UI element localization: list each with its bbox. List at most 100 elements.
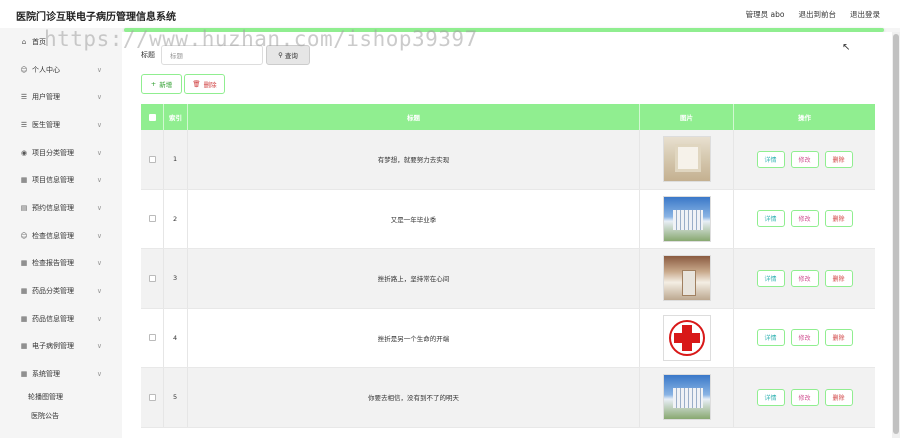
row-image-cell — [640, 130, 734, 189]
scrollbar-thumb[interactable] — [893, 34, 899, 434]
add-button[interactable]: + 新增 — [141, 74, 182, 94]
row-title: 有梦想，就要努力去实现 — [188, 130, 640, 189]
sidebar-item[interactable]: ▦ 项目信息管理 ∨ — [0, 166, 122, 194]
row-image-cell — [640, 189, 734, 248]
sidebar-item[interactable]: ☺ 个人中心 ∨ — [0, 56, 122, 84]
sidebar-item-label: 药品分类管理 — [32, 287, 74, 296]
detail-button[interactable]: 详情 — [756, 329, 785, 347]
sidebar-item[interactable]: ☺ 检查信息管理 ∨ — [0, 222, 122, 250]
row-index: 2 — [164, 189, 188, 248]
row-delete-button[interactable]: 删除 — [824, 210, 853, 228]
row-image-cell — [640, 308, 734, 367]
detail-button[interactable]: 详情 — [756, 269, 785, 287]
select-all-checkbox[interactable] — [148, 113, 156, 121]
detail-button[interactable]: 详情 — [756, 388, 785, 406]
chevron-down-icon: ∨ — [96, 93, 102, 102]
edit-button[interactable]: 修改 — [790, 210, 819, 228]
table-row[interactable]: 4 挫折是另一个生命的开端 详情 修改 删除 — [141, 308, 875, 368]
list-icon: ☰ — [20, 93, 28, 102]
sidebar-item[interactable]: ▦ 电子病例管理 ∨ — [0, 333, 122, 361]
plus-icon: + — [150, 80, 157, 88]
delete-button[interactable]: 🗑 删除 — [184, 74, 225, 94]
corridor-photo[interactable] — [662, 136, 711, 183]
row-delete-button[interactable]: 删除 — [824, 329, 853, 347]
data-table: 索引 标题 图片 操作 1 有梦想，就要努力去实现 详情 修改 删除 2 又是一年毕业季 详情… — [141, 104, 875, 428]
table-row[interactable]: 3 挫折路上，坚持常在心间 详情 修改 删除 — [141, 249, 875, 309]
chevron-down-icon: ∨ — [96, 203, 102, 212]
sidebar-subitem[interactable]: 医院公告 — [0, 407, 122, 426]
table-body: 1 有梦想，就要努力去实现 详情 修改 删除 2 又是一年毕业季 详情 修改 删除 3 挫折路上，坚持… — [141, 130, 875, 428]
sidebar-subitem[interactable]: 轮播图管理 — [0, 388, 122, 407]
row-title: 挫折是另一个生命的开端 — [188, 308, 640, 367]
detail-button[interactable]: 详情 — [756, 210, 785, 228]
header-title: 标题 — [188, 104, 640, 130]
lobby-photo[interactable] — [662, 255, 711, 302]
add-button-label: 新增 — [159, 81, 173, 89]
sidebar-item[interactable]: ◉ 项目分类管理 ∨ — [0, 139, 122, 167]
edit-button[interactable]: 修改 — [790, 269, 819, 287]
edit-button[interactable]: 修改 — [790, 329, 819, 347]
table-header: 索引 标题 图片 操作 — [141, 104, 875, 130]
row-ops-cell: 详情 修改 删除 — [734, 249, 875, 308]
table-row[interactable]: 1 有梦想，就要努力去实现 详情 修改 删除 — [141, 130, 875, 190]
user-icon: ☺ — [20, 65, 28, 74]
row-image-cell — [640, 249, 734, 308]
mouse-cursor-icon: ↖ — [842, 42, 851, 53]
row-ops-cell: 详情 修改 删除 — [734, 368, 875, 427]
app-title: 医院门诊互联电子病历管理信息系统 — [16, 12, 176, 23]
sidebar-item-label: 用户管理 — [32, 93, 60, 102]
row-delete-button[interactable]: 删除 — [824, 150, 853, 168]
grid-icon: ▦ — [20, 370, 28, 379]
chevron-down-icon: ∨ — [96, 370, 102, 379]
sidebar-item-label: 药品信息管理 — [32, 314, 74, 323]
row-delete-button[interactable]: 删除 — [824, 388, 853, 406]
table-row[interactable]: 5 你要去相信，没有到不了的明天 详情 修改 删除 — [141, 368, 875, 428]
search-button[interactable]: ⚲ 查询 — [266, 45, 310, 65]
grid-icon: ▦ — [20, 342, 28, 351]
row-checkbox-cell — [141, 130, 164, 189]
row-index: 4 — [164, 308, 188, 367]
search-button-label: 查询 — [284, 52, 298, 60]
sidebar-item[interactable]: ▦ 药品信息管理 ∨ — [0, 305, 122, 333]
row-checkbox[interactable] — [148, 334, 156, 342]
row-checkbox-cell — [141, 189, 164, 248]
sidebar-item[interactable]: ▤ 预约信息管理 ∨ — [0, 194, 122, 222]
row-checkbox[interactable] — [148, 393, 156, 401]
table-row[interactable]: 2 又是一年毕业季 详情 修改 删除 — [141, 189, 875, 249]
edit-button[interactable]: 修改 — [790, 388, 819, 406]
sidebar-item[interactable]: ☰ 医生管理 ∨ — [0, 111, 122, 139]
sidebar-item[interactable]: ▦ 检查报告管理 ∨ — [0, 250, 122, 278]
sidebar-item[interactable]: ⌂ 首页 — [0, 28, 122, 56]
sidebar-item[interactable]: ▦ 药品分类管理 ∨ — [0, 277, 122, 305]
search-placeholder: 标题 — [170, 52, 183, 60]
search-input[interactable]: 标题 — [161, 45, 263, 65]
top-bar: 医院门诊互联电子病历管理信息系统 管理员 abo 退出到前台 退出登录 — [0, 0, 900, 28]
chevron-down-icon: ∨ — [96, 314, 102, 323]
sidebar-item[interactable]: ☰ 用户管理 ∨ — [0, 83, 122, 111]
logout-link[interactable]: 退出登录 — [850, 9, 880, 20]
red-cross-logo[interactable] — [662, 314, 711, 361]
row-delete-button[interactable]: 删除 — [824, 269, 853, 287]
row-checkbox[interactable] — [148, 155, 156, 163]
detail-button[interactable]: 详情 — [756, 150, 785, 168]
sidebar-item-label: 项目分类管理 — [32, 148, 74, 157]
location-icon: ◉ — [20, 148, 28, 157]
search-label: 标题 — [141, 51, 155, 59]
header-checkbox-cell — [141, 104, 164, 130]
edit-button[interactable]: 修改 — [790, 150, 819, 168]
sidebar-item[interactable]: ▦ 系统管理 ∨ — [0, 360, 122, 388]
exit-to-frontend-link[interactable]: 退出到前台 — [799, 9, 837, 20]
building-photo[interactable] — [662, 374, 711, 421]
sidebar-item-label: 检查报告管理 — [32, 259, 74, 268]
building-photo[interactable] — [662, 195, 711, 242]
calendar-icon: ▤ — [20, 203, 28, 212]
row-ops-cell: 详情 修改 删除 — [734, 130, 875, 189]
top-right-nav: 管理员 abo 退出到前台 退出登录 — [746, 9, 880, 20]
row-checkbox[interactable] — [148, 274, 156, 282]
red-cross-icon — [668, 319, 705, 356]
row-title: 又是一年毕业季 — [188, 189, 640, 248]
row-checkbox[interactable] — [148, 215, 156, 223]
row-checkbox-cell — [141, 249, 164, 308]
grid-icon: ▦ — [20, 176, 28, 185]
row-title: 挫折路上，坚持常在心间 — [188, 249, 640, 308]
